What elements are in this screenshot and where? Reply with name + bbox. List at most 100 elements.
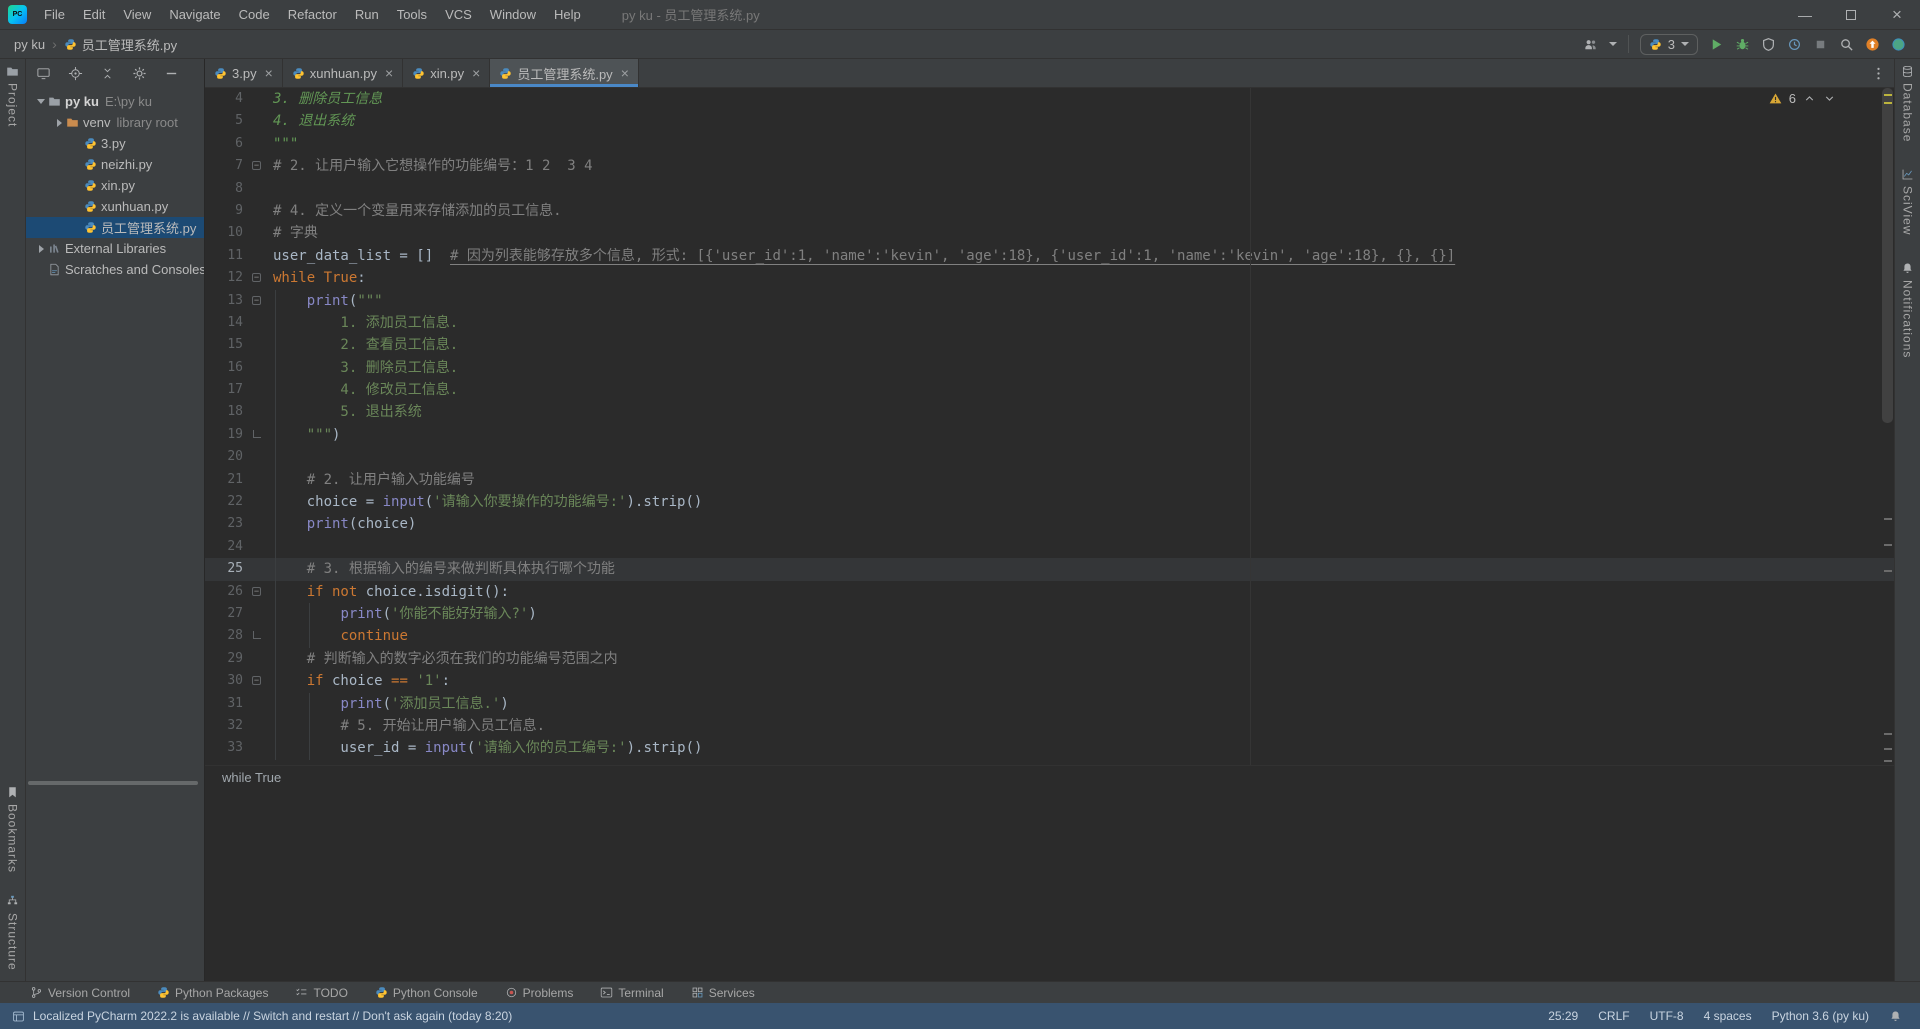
run-button[interactable] bbox=[1709, 37, 1724, 52]
menu-run[interactable]: Run bbox=[346, 0, 388, 30]
search-everywhere-icon[interactable] bbox=[1839, 37, 1854, 52]
code-line-22[interactable]: 22 choice = input('请输入你要操作的功能编号:').strip… bbox=[205, 491, 1894, 514]
code-line-23[interactable]: 23 print(choice) bbox=[205, 513, 1894, 536]
gear-icon[interactable] bbox=[132, 66, 147, 81]
code-line-31[interactable]: 31 print('添加员工信息.') bbox=[205, 692, 1894, 715]
tree-item[interactable]: venv library root bbox=[26, 112, 204, 133]
tree-item[interactable]: 3.py bbox=[26, 133, 204, 154]
fold-marker-icon[interactable]: − bbox=[252, 161, 261, 171]
code-line-20[interactable]: 20 bbox=[205, 446, 1894, 469]
tree-item[interactable]: neizhi.py bbox=[26, 154, 204, 175]
next-warning-icon[interactable] bbox=[1823, 92, 1836, 105]
code-line-14[interactable]: 14 1. 添加员工信息. bbox=[205, 311, 1894, 335]
close-button[interactable]: × bbox=[1874, 0, 1920, 30]
notifications-bell-icon[interactable] bbox=[1889, 1010, 1902, 1023]
stripe-mark[interactable] bbox=[1884, 518, 1892, 520]
tool-stripe-button[interactable]: Bookmarks bbox=[6, 786, 20, 873]
inspections-widget[interactable]: 6 bbox=[1769, 91, 1836, 106]
file-encoding[interactable]: UTF-8 bbox=[1650, 1009, 1684, 1023]
tree-item[interactable]: xunhuan.py bbox=[26, 196, 204, 217]
code-line-28[interactable]: 28 continue bbox=[205, 625, 1894, 648]
horizontal-scrollbar[interactable] bbox=[28, 781, 198, 785]
code-line-9[interactable]: 9 # 4. 定义一个变量用来存储添加的员工信息. bbox=[205, 200, 1894, 222]
tool-stripe-button[interactable]: Project bbox=[6, 65, 20, 127]
code-line-25[interactable]: 25 # 3. 根据输入的编号来做判断具体执行哪个功能 bbox=[205, 558, 1894, 581]
tab-close-icon[interactable]: × bbox=[385, 65, 393, 81]
view-mode-icon[interactable] bbox=[36, 66, 51, 81]
collapse-all-icon[interactable] bbox=[100, 66, 115, 81]
tree-chevron-icon[interactable] bbox=[52, 118, 66, 127]
tool-stripe-button[interactable]: Structure bbox=[6, 895, 20, 971]
tool-window-button-version-control[interactable]: Version Control bbox=[30, 986, 130, 1000]
code-line-7[interactable]: 7− # 2. 让用户输入它想操作的功能编号：1 2 3 4 bbox=[205, 155, 1894, 177]
code-line-5[interactable]: 5 4. 退出系统 bbox=[205, 110, 1894, 132]
stop-button[interactable] bbox=[1813, 37, 1828, 52]
tree-item[interactable]: Scratches and Consoles bbox=[26, 259, 204, 280]
tab-options-icon[interactable] bbox=[1871, 66, 1886, 81]
fold-marker-icon[interactable]: − bbox=[252, 273, 261, 283]
coverage-button[interactable] bbox=[1761, 37, 1776, 52]
tool-window-button-services[interactable]: Services bbox=[691, 986, 755, 1000]
editor-tab[interactable]: 员工管理系统.py × bbox=[490, 59, 639, 87]
maximize-button[interactable] bbox=[1828, 0, 1874, 30]
tab-close-icon[interactable]: × bbox=[621, 65, 629, 81]
code-line-32[interactable]: 32 # 5. 开始让用户输入员工信息. bbox=[205, 714, 1894, 738]
hide-panel-icon[interactable] bbox=[164, 66, 179, 81]
stripe-mark[interactable] bbox=[1884, 570, 1892, 572]
fold-marker-icon[interactable]: − bbox=[252, 586, 261, 596]
menu-code[interactable]: Code bbox=[230, 0, 279, 30]
warning-stripe-mark[interactable] bbox=[1884, 102, 1892, 104]
editor-scrollbar[interactable] bbox=[1881, 88, 1894, 765]
code-line-15[interactable]: 15 2. 查看员工信息. bbox=[205, 334, 1894, 357]
warning-stripe-mark[interactable] bbox=[1884, 94, 1892, 96]
tool-window-button-python-console[interactable]: Python Console bbox=[375, 986, 478, 1000]
menu-navigate[interactable]: Navigate bbox=[160, 0, 229, 30]
editor-tab[interactable]: 3.py × bbox=[205, 59, 283, 87]
tool-stripe-button[interactable]: Database bbox=[1901, 65, 1915, 142]
code-with-me-icon[interactable] bbox=[1583, 37, 1598, 52]
tool-window-button-python-packages[interactable]: Python Packages bbox=[157, 986, 268, 1000]
code-line-21[interactable]: 21 # 2. 让用户输入功能编号 bbox=[205, 468, 1894, 492]
menu-view[interactable]: View bbox=[114, 0, 160, 30]
menu-refactor[interactable]: Refactor bbox=[279, 0, 346, 30]
line-separator[interactable]: CRLF bbox=[1598, 1009, 1629, 1023]
tool-window-button-problems[interactable]: Problems bbox=[505, 986, 573, 1000]
menu-help[interactable]: Help bbox=[545, 0, 590, 30]
code-line-11[interactable]: 11 user_data_list = [] # 因为列表能够存放多个信息, 形式… bbox=[205, 245, 1894, 267]
tree-chevron-icon[interactable] bbox=[34, 244, 48, 253]
tool-stripe-button[interactable]: SciView bbox=[1901, 168, 1915, 236]
minimize-button[interactable]: — bbox=[1782, 0, 1828, 30]
code-line-13[interactable]: 13− print(""" bbox=[205, 289, 1894, 312]
run-configuration-select[interactable]: 3 bbox=[1639, 33, 1698, 55]
tool-stripe-button[interactable]: Notifications bbox=[1901, 262, 1915, 358]
ide-status-orb-icon[interactable] bbox=[1891, 37, 1906, 52]
code-line-24[interactable]: 24 bbox=[205, 535, 1894, 559]
stripe-mark[interactable] bbox=[1884, 748, 1892, 750]
tree-item[interactable]: xin.py bbox=[26, 175, 204, 196]
breadcrumb-project[interactable]: py ku bbox=[14, 37, 45, 52]
tree-item[interactable]: py ku E:\py ku bbox=[26, 91, 204, 112]
code-line-16[interactable]: 16 3. 删除员工信息. bbox=[205, 356, 1894, 380]
locate-file-icon[interactable] bbox=[68, 66, 83, 81]
pycharm-logo-icon[interactable]: PC bbox=[8, 5, 27, 24]
ide-message-icon[interactable] bbox=[12, 1010, 25, 1023]
menu-edit[interactable]: Edit bbox=[74, 0, 114, 30]
tree-item[interactable]: 员工管理系统.py bbox=[26, 217, 204, 238]
code-line-18[interactable]: 18 5. 退出系统 bbox=[205, 401, 1894, 424]
code-line-4[interactable]: 4 3. 删除员工信息 bbox=[205, 88, 1894, 110]
code-line-10[interactable]: 10 # 字典 bbox=[205, 222, 1894, 244]
breadcrumb-file[interactable]: 员工管理系统.py bbox=[82, 35, 177, 54]
tree-chevron-icon[interactable] bbox=[34, 99, 48, 104]
tab-close-icon[interactable]: × bbox=[265, 65, 273, 81]
code-line-17[interactable]: 17 4. 修改员工信息. bbox=[205, 379, 1894, 402]
code-line-27[interactable]: 27 print('你能不能好好输入?') bbox=[205, 602, 1894, 626]
code-line-19[interactable]: 19 """) bbox=[205, 423, 1894, 447]
code-line-30[interactable]: 30− if choice == '1': bbox=[205, 670, 1894, 693]
tree-item[interactable]: External Libraries bbox=[26, 238, 204, 259]
editor-tab[interactable]: xin.py × bbox=[403, 59, 491, 87]
code-line-12[interactable]: 12− while True: bbox=[205, 267, 1894, 289]
code-editor[interactable]: 4 3. 删除员工信息 5 4. 退出系统 6 """ 7− # 2. 让用户输入它想操作的功… bbox=[205, 88, 1894, 765]
code-line-33[interactable]: 33 user_id = input('请输入你的员工编号:').strip() bbox=[205, 737, 1894, 760]
previous-warning-icon[interactable] bbox=[1803, 92, 1816, 105]
status-message[interactable]: Localized PyCharm 2022.2 is available //… bbox=[33, 1009, 512, 1023]
